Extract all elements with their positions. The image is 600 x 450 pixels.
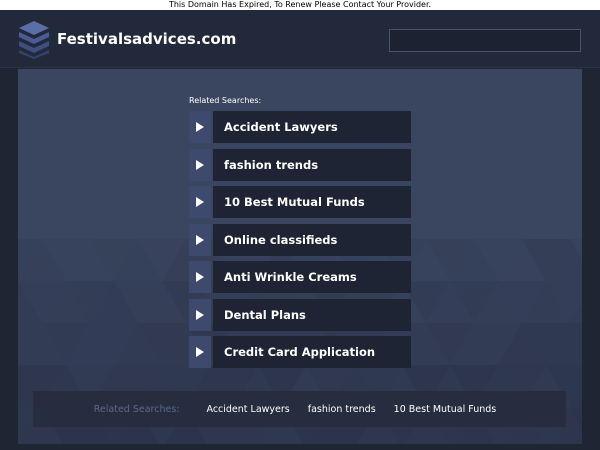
search-input[interactable] <box>389 29 581 52</box>
related-search-label: Dental Plans <box>213 298 411 331</box>
related-search-link[interactable]: Dental Plans <box>189 298 411 331</box>
site-header: Festivalsadvices.com <box>0 10 600 68</box>
related-search-link[interactable]: fashion trends <box>189 148 411 181</box>
play-triangle-icon <box>189 223 211 256</box>
footer-related-link[interactable]: 10 Best Mutual Funds <box>394 404 497 415</box>
footer-related-bar: Related Searches: Accident Lawyers fashio… <box>33 391 566 427</box>
footer-related-label: Related Searches: <box>93 403 180 415</box>
play-triangle-icon <box>189 261 211 293</box>
footer-related-link[interactable]: fashion trends <box>308 404 376 415</box>
footer-related-link[interactable]: Accident Lawyers <box>206 404 289 415</box>
main-panel: Related Searches: Accident Lawyers fashio… <box>18 69 582 444</box>
related-search-label: Credit Card Application <box>213 336 411 368</box>
play-triangle-icon <box>189 148 211 181</box>
related-search-label: Accident Lawyers <box>213 111 411 143</box>
play-triangle-icon <box>189 111 211 143</box>
domain-expired-notice: This Domain Has Expired, To Renew Please… <box>0 0 600 10</box>
related-searches-list: Accident Lawyers fashion trends 10 Best Mu… <box>189 111 411 374</box>
related-search-link[interactable]: Online classifieds <box>189 223 411 256</box>
stacked-layers-icon <box>19 21 49 59</box>
related-search-link[interactable]: Credit Card Application <box>189 336 411 368</box>
related-search-link[interactable]: 10 Best Mutual Funds <box>189 186 411 218</box>
site-title[interactable]: Festivalsadvices.com <box>57 30 236 48</box>
related-search-label: Online classifieds <box>213 223 411 256</box>
related-search-label: Anti Wrinkle Creams <box>213 261 411 293</box>
related-searches-label: Related Searches: <box>189 96 262 105</box>
related-search-link[interactable]: Anti Wrinkle Creams <box>189 261 411 293</box>
play-triangle-icon <box>189 186 211 218</box>
related-search-label: 10 Best Mutual Funds <box>213 186 411 218</box>
related-search-link[interactable]: Accident Lawyers <box>189 111 411 143</box>
play-triangle-icon <box>189 298 211 331</box>
play-triangle-icon <box>189 336 211 368</box>
related-search-label: fashion trends <box>213 148 411 181</box>
